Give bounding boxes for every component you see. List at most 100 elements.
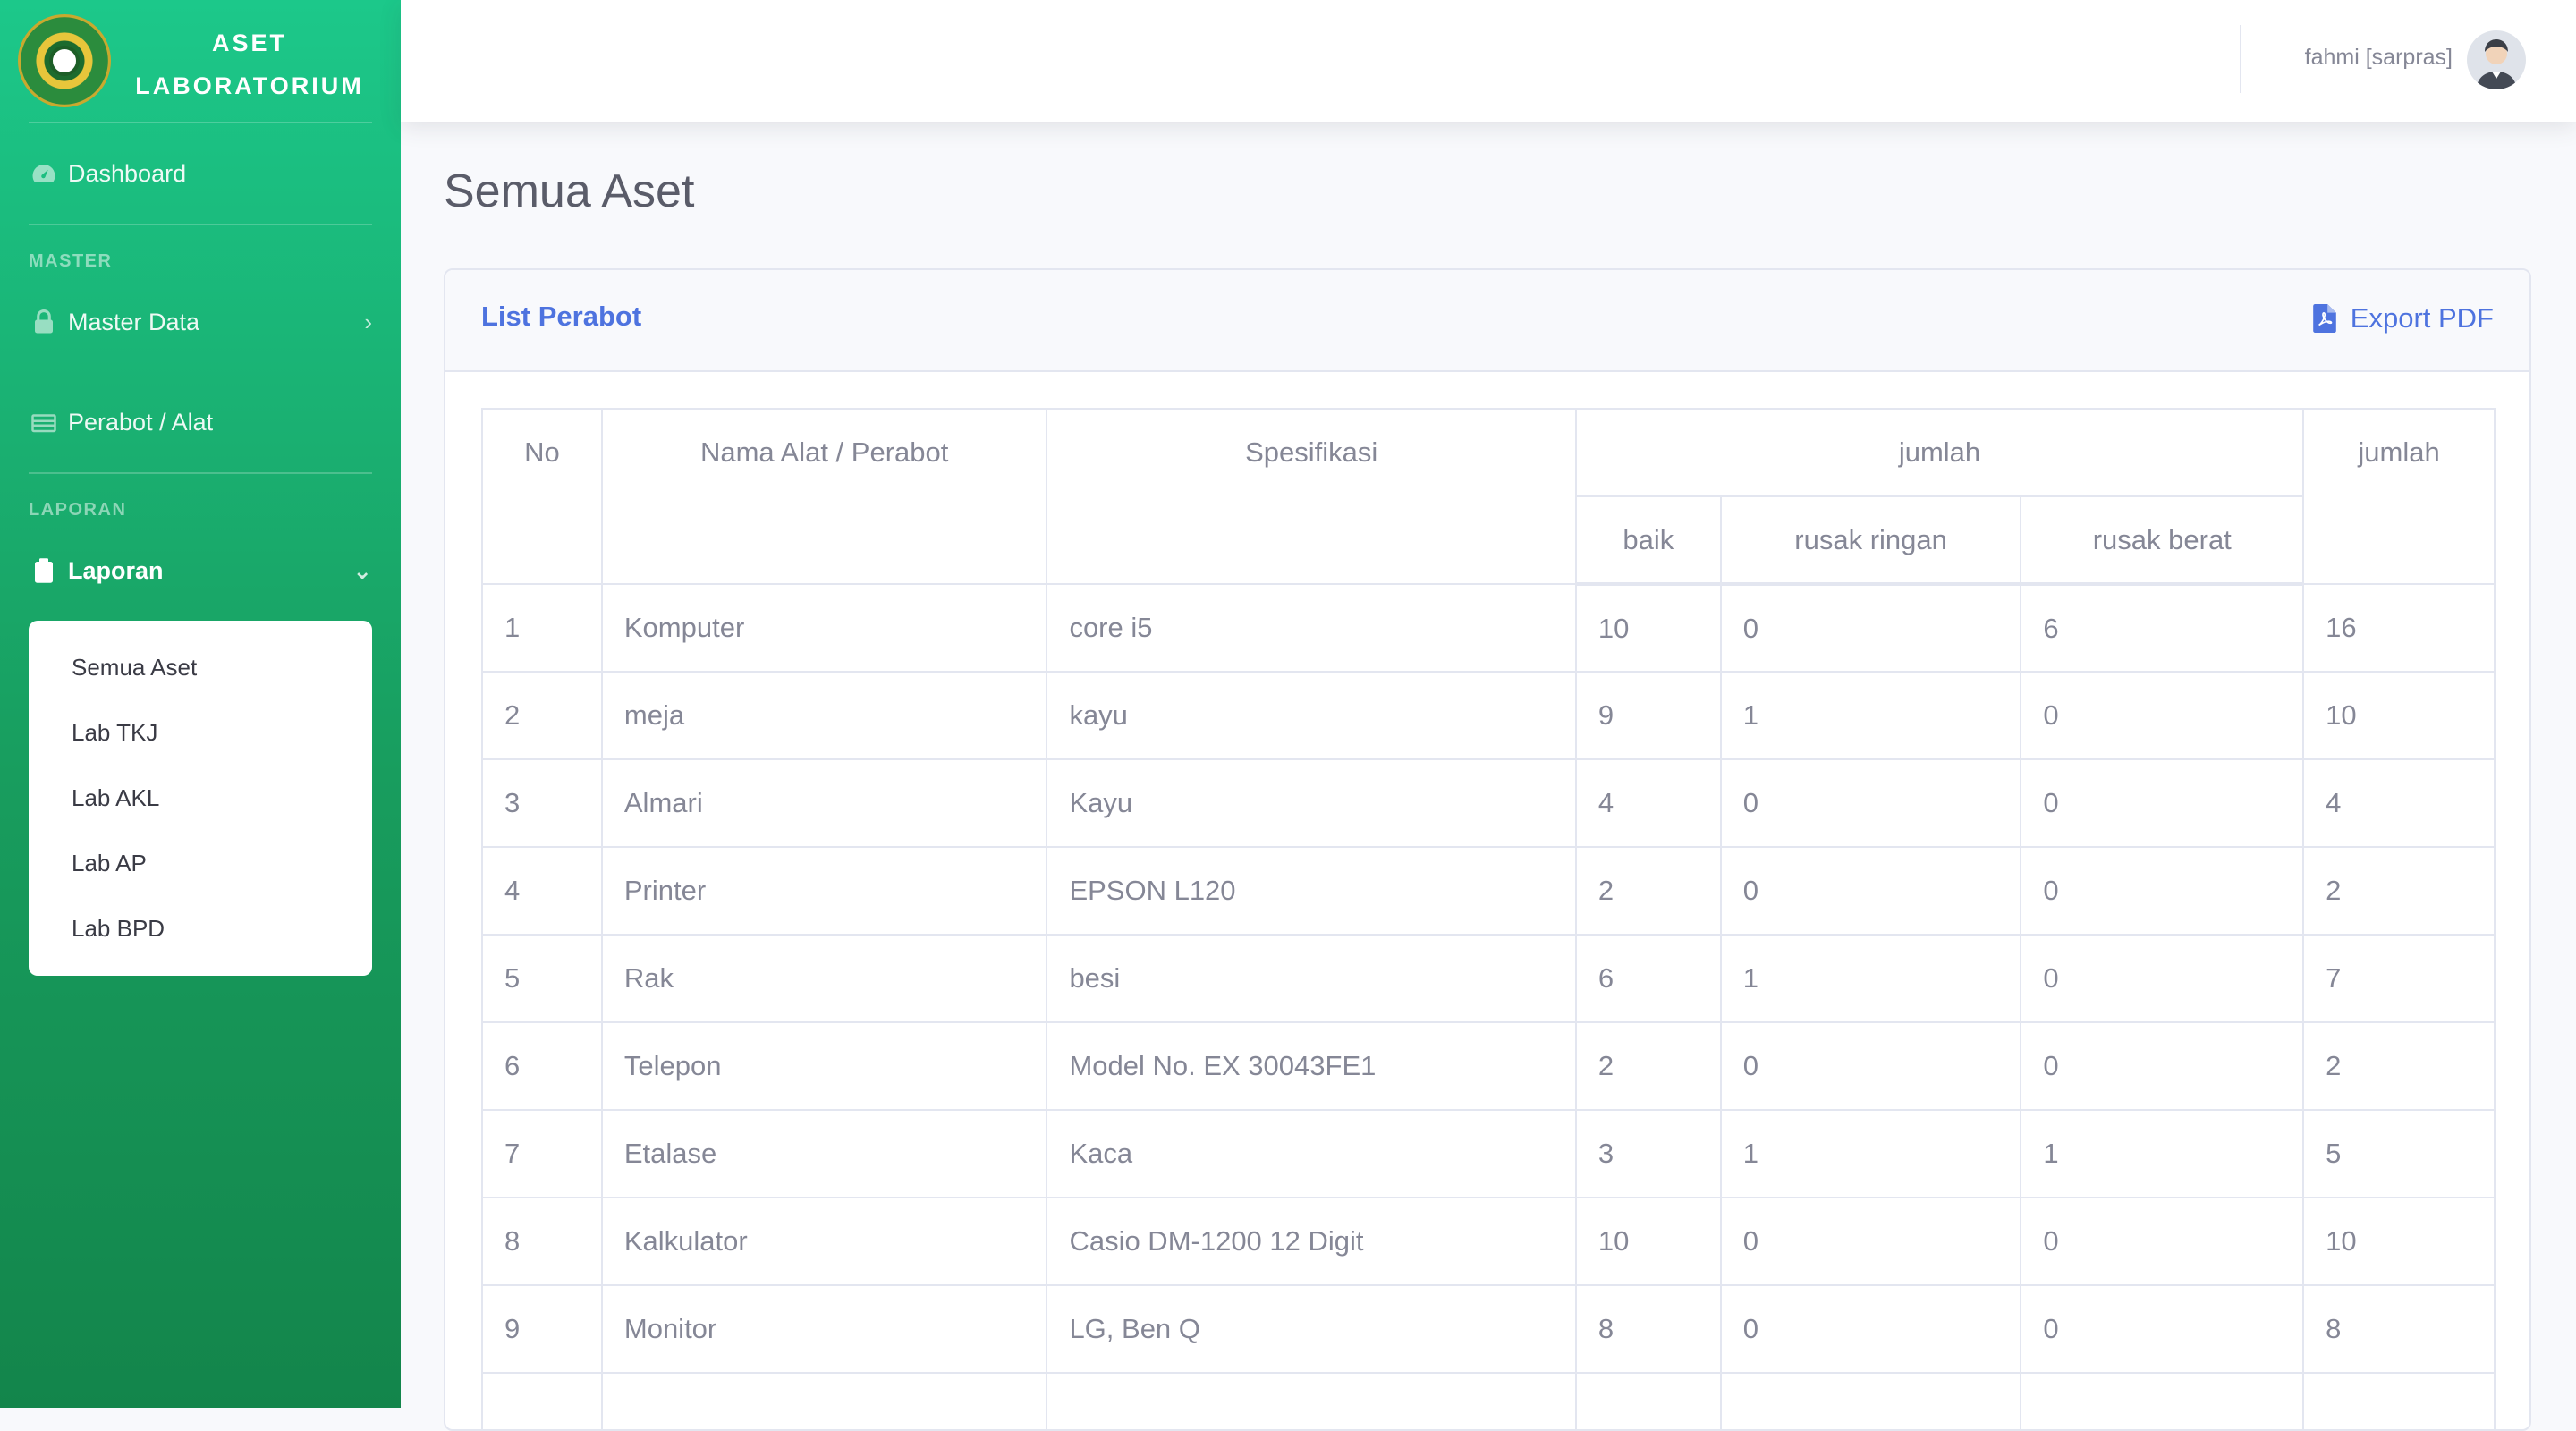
school-logo bbox=[18, 14, 111, 107]
cell-jumlah: 7 bbox=[2302, 934, 2496, 1023]
cell-no: 5 bbox=[481, 934, 603, 1023]
sidebar-heading-laporan: LAPORAN bbox=[29, 500, 127, 520]
cell-rusak-ringan: 0 bbox=[1719, 1021, 2022, 1111]
chevron-down-icon: ⌄ bbox=[352, 556, 372, 584]
cell-nama: Telepon bbox=[600, 1021, 1048, 1111]
submenu-item-lab-bpd[interactable]: Lab BPD bbox=[29, 896, 372, 961]
cell-nama: Rak bbox=[600, 934, 1048, 1023]
cell-jumlah: 16 bbox=[2302, 583, 2496, 673]
cell-jumlah: 8 bbox=[2302, 1284, 2496, 1374]
cell-jumlah: 4 bbox=[2302, 758, 2496, 848]
submenu-item-lab-tkj[interactable]: Lab TKJ bbox=[29, 700, 372, 766]
brand[interactable]: ASET LABORATORIUM bbox=[0, 0, 401, 122]
export-pdf-label: Export PDF bbox=[2350, 302, 2494, 334]
assets-table: No Nama Alat / Perabot Spesifikasi jumla… bbox=[481, 408, 2496, 1429]
sidebar-item-dashboard[interactable]: Dashboard bbox=[0, 123, 401, 224]
sidebar-heading-master: MASTER bbox=[29, 251, 113, 271]
cell-rusak-berat: 6 bbox=[2020, 583, 2305, 673]
cell-spesifikasi: LG, Ben Q bbox=[1046, 1284, 1577, 1374]
col-header-jumlah: jumlah bbox=[2302, 408, 2496, 585]
sidebar-item-label: Dashboard bbox=[68, 159, 187, 187]
sidebar: ASET LABORATORIUM Dashboard MASTER Maste… bbox=[0, 0, 401, 1408]
brand-line-1: ASET bbox=[211, 30, 287, 56]
cell-no bbox=[481, 1372, 603, 1429]
table-row: 4 Printer EPSON L120 2 0 0 2 bbox=[481, 846, 2496, 936]
cell-rusak-ringan: 0 bbox=[1719, 583, 2022, 673]
lock-icon bbox=[35, 309, 53, 334]
sidebar-item-label: Laporan bbox=[68, 556, 164, 584]
col-header-nama: Nama Alat / Perabot bbox=[600, 408, 1048, 585]
cell-spesifikasi: Model No. EX 30043FE1 bbox=[1046, 1021, 1577, 1111]
chevron-right-icon: › bbox=[364, 308, 372, 335]
cell-jumlah: 10 bbox=[2302, 671, 2496, 760]
cell-rusak-ringan: 0 bbox=[1719, 846, 2022, 936]
col-header-jumlah-group: jumlah bbox=[1574, 408, 2305, 497]
sidebar-item-master-data[interactable]: Master Data › bbox=[0, 272, 401, 372]
cell-rusak-ringan: 0 bbox=[1719, 1284, 2022, 1374]
submenu-item-semua-aset[interactable]: Semua Aset bbox=[29, 635, 372, 700]
cell-spesifikasi: kayu bbox=[1046, 671, 1577, 760]
cell-baik: 4 bbox=[1574, 758, 1722, 848]
cell-baik: 6 bbox=[1574, 934, 1722, 1023]
cell-baik: 3 bbox=[1574, 1109, 1722, 1198]
table-row: 5 Rak besi 6 1 0 7 bbox=[481, 934, 2496, 1023]
sidebar-item-label: Perabot / Alat bbox=[68, 408, 214, 436]
cell-no: 8 bbox=[481, 1197, 603, 1286]
cell-jumlah: 5 bbox=[2302, 1109, 2496, 1198]
cell-no: 4 bbox=[481, 846, 603, 936]
cell-nama: Almari bbox=[600, 758, 1048, 848]
cell-spesifikasi: Casio DM-1200 12 Digit bbox=[1046, 1197, 1577, 1286]
cell-baik: 10 bbox=[1574, 1197, 1722, 1286]
table-row bbox=[481, 1372, 2496, 1429]
cell-nama: Komputer bbox=[600, 583, 1048, 673]
sidebar-item-perabot[interactable]: Perabot / Alat bbox=[0, 372, 401, 472]
table-row: 8 Kalkulator Casio DM-1200 12 Digit 10 0 0 10 bbox=[481, 1197, 2496, 1286]
cell-spesifikasi: core i5 bbox=[1046, 583, 1577, 673]
cell-no: 2 bbox=[481, 671, 603, 760]
cell-baik: 8 bbox=[1574, 1284, 1722, 1374]
cell-baik: 2 bbox=[1574, 846, 1722, 936]
cell-spesifikasi bbox=[1046, 1372, 1577, 1429]
cell-nama: Monitor bbox=[600, 1284, 1048, 1374]
cell-rusak-berat bbox=[2020, 1372, 2305, 1429]
cell-nama bbox=[600, 1372, 1048, 1429]
cell-no: 6 bbox=[481, 1021, 603, 1111]
cell-rusak-ringan: 1 bbox=[1719, 1109, 2022, 1198]
cell-jumlah: 10 bbox=[2302, 1197, 2496, 1286]
cell-nama: meja bbox=[600, 671, 1048, 760]
table-row: 7 Etalase Kaca 3 1 1 5 bbox=[481, 1109, 2496, 1198]
col-header-baik: baik bbox=[1574, 495, 1722, 586]
cell-rusak-berat: 0 bbox=[2020, 1197, 2305, 1286]
tachometer-icon bbox=[32, 165, 55, 182]
cell-baik: 10 bbox=[1574, 583, 1722, 673]
topbar-divider bbox=[2240, 25, 2241, 93]
col-header-spesifikasi: Spesifikasi bbox=[1046, 408, 1577, 585]
export-pdf-button[interactable]: Export PDF bbox=[2312, 302, 2494, 334]
cell-baik: 2 bbox=[1574, 1021, 1722, 1111]
user-name[interactable]: fahmi [sarpras] bbox=[2305, 45, 2453, 71]
brand-title: ASET LABORATORIUM bbox=[134, 21, 365, 107]
table-row: 9 Monitor LG, Ben Q8008 bbox=[481, 1284, 2496, 1374]
cell-nama: Etalase bbox=[600, 1109, 1048, 1198]
submenu-item-lab-akl[interactable]: Lab AKL bbox=[29, 766, 372, 831]
user-avatar-icon bbox=[2476, 39, 2517, 89]
cell-nama: Kalkulator bbox=[600, 1197, 1048, 1286]
cell-spesifikasi: besi bbox=[1046, 934, 1577, 1023]
sidebar-item-laporan[interactable]: Laporan ⌄ bbox=[0, 521, 401, 621]
cell-baik bbox=[1574, 1372, 1722, 1429]
submenu-item-lab-ap[interactable]: Lab AP bbox=[29, 831, 372, 896]
card-title: List Perabot bbox=[481, 301, 642, 332]
cell-rusak-berat: 1 bbox=[2020, 1109, 2305, 1198]
cell-no: 7 bbox=[481, 1109, 603, 1198]
cell-rusak-ringan: 0 bbox=[1719, 1197, 2022, 1286]
cell-jumlah bbox=[2302, 1372, 2496, 1429]
cell-rusak-berat: 0 bbox=[2020, 934, 2305, 1023]
col-header-rusak-berat: rusak berat bbox=[2020, 495, 2305, 586]
cell-rusak-ringan: 0 bbox=[1719, 758, 2022, 848]
table-row: 2 meja kayu 9 1 0 10 bbox=[481, 671, 2496, 760]
file-pdf-icon bbox=[2312, 304, 2336, 333]
cell-spesifikasi: Kaca bbox=[1046, 1109, 1577, 1198]
cell-jumlah: 2 bbox=[2302, 846, 2496, 936]
cell-rusak-ringan bbox=[1719, 1372, 2022, 1429]
avatar[interactable] bbox=[2467, 30, 2526, 89]
